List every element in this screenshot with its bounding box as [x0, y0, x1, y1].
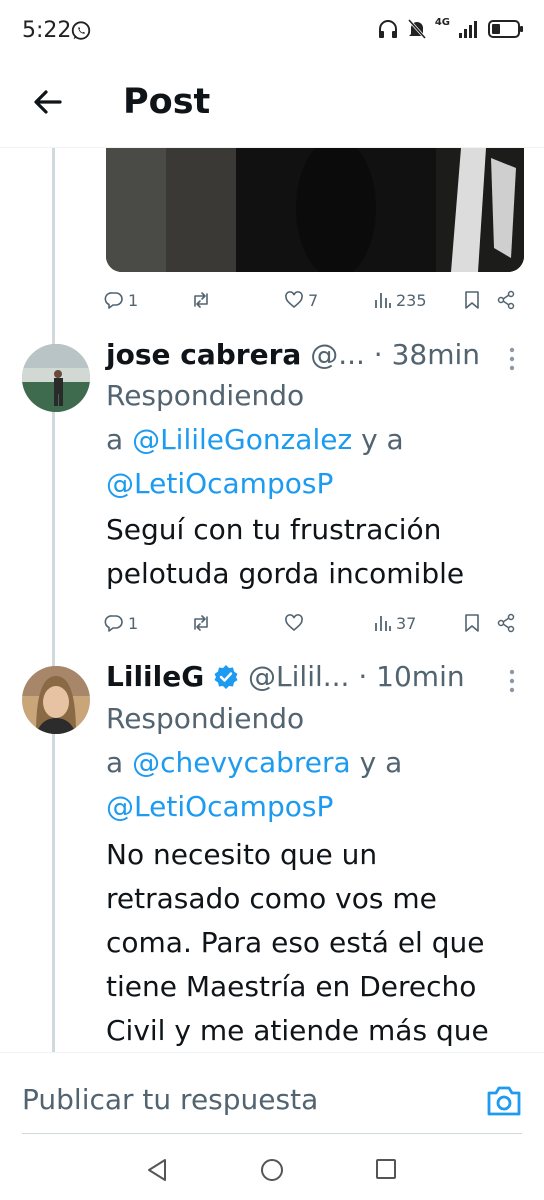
tweet-action-bar: 1 37 [104, 608, 524, 638]
status-time: 5:22 [22, 18, 72, 43]
system-nav-bar [0, 1134, 544, 1200]
status-bar: 5:22 4G [0, 0, 544, 62]
camera-icon[interactable] [486, 1085, 522, 1117]
share-icon [497, 613, 515, 633]
author-name[interactable]: jose cabrera [106, 338, 301, 371]
views-button[interactable]: 37 [374, 608, 416, 638]
retweet-button[interactable] [190, 608, 212, 638]
replying-label: Respondiendo [106, 702, 305, 735]
avatar[interactable] [22, 344, 90, 412]
reply-count: 1 [128, 613, 139, 633]
like-button[interactable]: 7 [284, 285, 318, 315]
tweet-header: jose cabrera @... · 38min [106, 338, 526, 378]
views-icon [375, 616, 391, 631]
tweet-text-line: tiene Maestría en Derecho [106, 970, 477, 1003]
tweet-action-bar: 1 7 235 [104, 285, 524, 315]
share-button[interactable] [496, 285, 516, 315]
mention-link[interactable]: @LetiOcamposP [106, 790, 333, 823]
tweet-text-line: No necesito que un [106, 838, 378, 871]
bookmark-button[interactable] [464, 608, 480, 638]
like-count: 7 [308, 290, 319, 310]
verified-icon [214, 665, 238, 689]
retweet-icon [194, 615, 208, 631]
separator-dot: · [358, 660, 368, 693]
back-arrow-icon[interactable] [30, 84, 66, 120]
reply-icon [104, 615, 123, 632]
tweet-time: 10min [376, 660, 465, 693]
views-count: 235 [396, 290, 427, 310]
tweet-text-line: Civil y me atiende más que [106, 1014, 489, 1047]
whatsapp-icon [71, 21, 91, 40]
tweet-header: LilileG @Lilil... · 10min [106, 660, 526, 700]
like-button[interactable] [284, 608, 308, 638]
more-icon[interactable] [508, 668, 516, 694]
replying-label: Respondiendo [106, 379, 305, 412]
retweet-button[interactable] [190, 285, 216, 315]
nav-home-icon[interactable] [260, 1158, 284, 1182]
views-button[interactable]: 235 [374, 285, 427, 315]
share-button[interactable] [496, 608, 516, 638]
page-title: Post [123, 82, 211, 122]
author-handle[interactable]: @... [310, 338, 365, 371]
replying-a: a [106, 423, 124, 456]
bookmark-button[interactable] [464, 285, 480, 315]
tweet-time: 38min [391, 338, 481, 371]
tweet-text: No necesito que un retrasado como vos me… [106, 833, 526, 1053]
author-handle[interactable]: @Lilil... [248, 660, 349, 693]
like-icon [285, 291, 303, 309]
avatar-image [22, 344, 90, 412]
reply-button[interactable]: 1 [104, 285, 138, 315]
author-name[interactable]: LilileG [106, 660, 204, 693]
headphones-icon [378, 20, 397, 38]
views-icon [375, 293, 391, 308]
mention-link[interactable]: @LetiOcamposP [106, 467, 333, 500]
retweet-icon [194, 292, 208, 308]
tweet-text-line: retrasado como vos me [106, 882, 437, 915]
more-icon[interactable] [508, 346, 516, 372]
nav-recents-icon[interactable] [375, 1158, 397, 1180]
battery-icon [488, 20, 523, 38]
reply-icon [104, 292, 123, 309]
mention-link[interactable]: @LilileGonzalez [132, 423, 352, 456]
mention-link[interactable]: @chevycabrera [132, 746, 351, 779]
reply-input[interactable]: Publicar tu respuesta [22, 1083, 318, 1116]
avatar[interactable] [22, 666, 90, 734]
avatar-image [22, 666, 90, 734]
tweet-media-image[interactable] [106, 148, 524, 272]
like-icon [285, 614, 303, 632]
reply-count: 1 [128, 290, 139, 310]
mute-bell-icon [407, 19, 426, 39]
replying-to: Respondiendo a @LilileGonzalez y a @Leti… [106, 374, 526, 506]
views-count: 37 [396, 613, 417, 633]
separator-dot: · [373, 338, 383, 371]
reply-button[interactable]: 1 [104, 608, 138, 638]
replying-a: a [106, 746, 124, 779]
bookmark-icon [465, 614, 479, 632]
replying-and: y a [361, 423, 404, 456]
tweet-text-line: Seguí con tu frustración [106, 513, 442, 546]
network-type: 4G [434, 16, 450, 28]
signal-icon [459, 21, 477, 38]
replying-and: y a [359, 746, 403, 779]
bookmark-icon [465, 291, 479, 309]
replying-to: Respondiendo a @chevycabrera y a @LetiOc… [106, 697, 526, 829]
thread-connector-line [52, 148, 55, 1052]
reply-composer: Publicar tu respuesta [0, 1052, 544, 1134]
tweet-text-line: coma. Para eso está el que [106, 926, 485, 959]
media-photo [106, 148, 524, 272]
top-app-bar: Post [0, 62, 544, 148]
share-icon [497, 290, 515, 310]
tweet-text-line: pelotuda gorda incomible [106, 557, 465, 590]
tweet-text: Seguí con tu frustración pelotuda gorda … [106, 508, 526, 596]
nav-back-icon[interactable] [146, 1158, 168, 1182]
